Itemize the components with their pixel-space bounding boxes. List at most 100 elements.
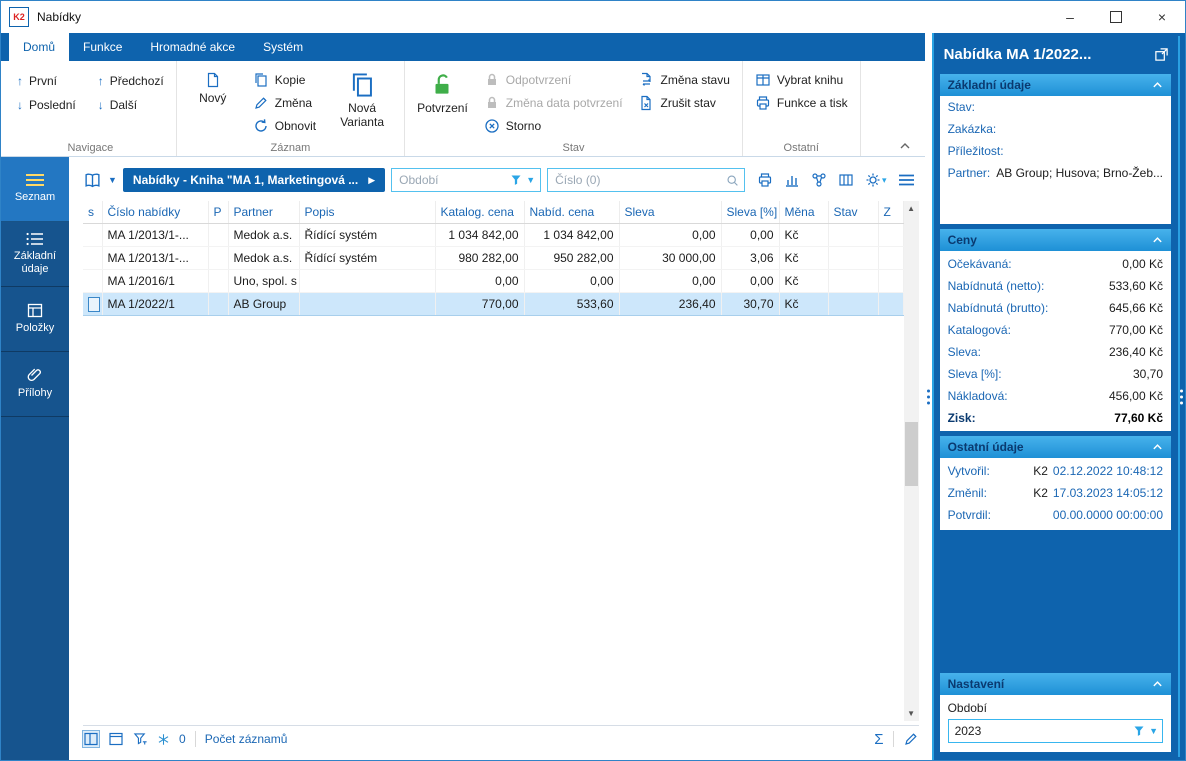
collapse-ribbon-button[interactable] bbox=[899, 142, 911, 150]
col-header-z[interactable]: Z bbox=[878, 201, 904, 224]
panel-splitter[interactable] bbox=[924, 33, 934, 760]
document-new-icon bbox=[205, 72, 221, 88]
new-variant-button[interactable]: Nová Varianta bbox=[328, 69, 396, 133]
vertical-scrollbar[interactable]: ▲ ▼ bbox=[903, 201, 919, 721]
table-row[interactable]: MA 1/2016/1 Uno, spol. s r... 0,00 0,00 … bbox=[83, 269, 904, 293]
clear-state-button[interactable]: Zrušit stav bbox=[635, 94, 734, 112]
new-button[interactable]: Nový bbox=[185, 69, 241, 109]
period-setting-combo[interactable]: ▼ bbox=[947, 719, 1163, 743]
menu-icon[interactable] bbox=[898, 173, 915, 187]
field-zisk: Zisk: 77,60 Kč bbox=[947, 411, 1163, 425]
change-state-button[interactable]: Změna stavu bbox=[635, 71, 734, 89]
section-header-ceny[interactable]: Ceny bbox=[939, 229, 1171, 251]
section-header-ostatni[interactable]: Ostatní údaje bbox=[939, 436, 1171, 458]
ribbon-group-stav: Potvrzení Odpotvrzení Změna data potvrze… bbox=[405, 61, 743, 156]
freeze-snowflake-icon[interactable] bbox=[157, 733, 170, 746]
panel-title: Nabídka MA 1/2022... bbox=[943, 45, 1092, 63]
minimize-button[interactable]: – bbox=[1047, 1, 1093, 33]
chart-icon[interactable] bbox=[784, 172, 800, 188]
col-header-p[interactable]: P bbox=[208, 201, 229, 224]
select-book-button[interactable]: Vybrat knihu bbox=[751, 71, 852, 89]
col-header-sleva[interactable]: Sleva bbox=[619, 201, 722, 224]
tab-hromadne-akce[interactable]: Hromadné akce bbox=[136, 33, 249, 61]
field-sleva: Sleva: 236,40 Kč bbox=[947, 345, 1163, 359]
col-header-partner[interactable]: Partner bbox=[228, 201, 300, 224]
number-search-input[interactable] bbox=[553, 172, 723, 188]
maximize-icon bbox=[1110, 11, 1122, 23]
next-button[interactable]: ↓ Další bbox=[94, 97, 168, 113]
table-row-selected[interactable]: MA 1/2022/1 AB Group 770,00 533,60 236,4… bbox=[83, 292, 904, 316]
period-filter-combo[interactable]: ▼ bbox=[391, 168, 542, 192]
table-row[interactable]: MA 1/2013/1-... Medok a.s. Řídící systém… bbox=[83, 223, 904, 247]
app-logo-icon: K2 bbox=[9, 7, 29, 27]
period-setting-input[interactable] bbox=[952, 723, 1130, 739]
book-title-bar[interactable]: Nabídky - Kniha "MA 1, Marketingová ... … bbox=[122, 168, 386, 192]
copy-button[interactable]: Kopie bbox=[249, 71, 320, 89]
edit-button[interactable]: Změna bbox=[249, 94, 320, 112]
functions-print-button[interactable]: Funkce a tisk bbox=[751, 94, 852, 112]
app-window: K2 Nabídky – × Domů Funkce Hromadné akce… bbox=[0, 0, 1186, 761]
print-icon[interactable] bbox=[757, 172, 773, 188]
sidebar-item-seznam[interactable]: Seznam bbox=[1, 157, 69, 222]
book-open-icon[interactable] bbox=[83, 172, 102, 189]
refresh-button[interactable]: Obnovit bbox=[249, 117, 320, 135]
columns-icon[interactable] bbox=[838, 172, 854, 188]
section-header-nastaveni[interactable]: Nastavení bbox=[939, 673, 1171, 695]
maximize-button[interactable] bbox=[1093, 1, 1139, 33]
analysis-icon[interactable] bbox=[811, 172, 827, 188]
filter-icon[interactable] bbox=[133, 732, 148, 747]
col-header-s[interactable]: s bbox=[83, 201, 103, 224]
content-area: ▼ Nabídky - Kniha "MA 1, Marketingová ..… bbox=[69, 157, 925, 760]
panel-edge-grip[interactable] bbox=[1180, 389, 1183, 404]
col-header-popis[interactable]: Popis bbox=[299, 201, 436, 224]
last-button[interactable]: ↓ Poslední bbox=[13, 97, 80, 113]
sidebar-label: Seznam bbox=[14, 191, 56, 204]
col-header-katalog[interactable]: Katalog. cena bbox=[435, 201, 525, 224]
col-header-mena[interactable]: Měna bbox=[779, 201, 829, 224]
cancel-record-button[interactable]: Storno bbox=[480, 117, 627, 135]
number-search-box[interactable] bbox=[547, 168, 746, 192]
sidebar-item-polozky[interactable]: Položky bbox=[1, 287, 69, 352]
settings-menu[interactable]: ▾ bbox=[865, 172, 887, 188]
open-in-window-icon[interactable] bbox=[1154, 47, 1169, 62]
first-button[interactable]: ↑ První bbox=[13, 73, 80, 89]
card-view-icon[interactable] bbox=[108, 731, 124, 747]
sidebar-item-zakladni-udaje[interactable]: Základní údaje bbox=[1, 222, 69, 287]
tab-domu[interactable]: Domů bbox=[9, 33, 70, 61]
period-filter-input[interactable] bbox=[397, 172, 507, 188]
sidebar-item-prilohy[interactable]: Přílohy bbox=[1, 352, 69, 417]
col-header-nabid[interactable]: Nabíd. cena bbox=[524, 201, 620, 224]
chevron-up-icon bbox=[1152, 81, 1163, 89]
col-header-cislo[interactable]: Číslo nabídky bbox=[102, 201, 209, 224]
detail-panel: Nabídka MA 1/2022... Základní údaje Stav… bbox=[933, 33, 1185, 760]
scrollbar-thumb[interactable] bbox=[904, 421, 918, 486]
section-header-zakladni[interactable]: Základní údaje bbox=[939, 74, 1171, 96]
previous-button[interactable]: ↑ Předchozí bbox=[94, 73, 168, 89]
sum-icon[interactable]: Σ bbox=[874, 731, 883, 748]
circle-x-icon bbox=[484, 118, 500, 134]
unconfirm-label: Odpotvrzení bbox=[505, 73, 572, 87]
col-header-stav[interactable]: Stav bbox=[828, 201, 879, 224]
copy-icon bbox=[253, 72, 269, 88]
col-header-sleva-pct[interactable]: Sleva [%] bbox=[721, 201, 780, 224]
lock-gray-icon bbox=[484, 72, 500, 88]
section-title: Ceny bbox=[947, 233, 977, 247]
scroll-up-arrow[interactable]: ▲ bbox=[904, 201, 919, 216]
book-columns-icon bbox=[755, 72, 771, 88]
confirm-button[interactable]: Potvrzení bbox=[413, 69, 472, 119]
edit-pencil-icon[interactable] bbox=[903, 731, 919, 747]
new-label: Nový bbox=[199, 91, 227, 105]
toolbar-icons: ▾ bbox=[757, 172, 917, 188]
chevron-down-icon[interactable]: ▼ bbox=[108, 175, 117, 185]
tab-funkce[interactable]: Funkce bbox=[69, 33, 136, 61]
grid-view-icon[interactable] bbox=[82, 730, 100, 748]
field-zmenil: Změnil: K2 17.03.2023 14:05:12 bbox=[947, 486, 1163, 500]
close-button[interactable]: × bbox=[1139, 1, 1185, 33]
table-row[interactable]: MA 1/2013/1-... Medok a.s. Řídící systém… bbox=[83, 246, 904, 270]
tab-system[interactable]: Systém bbox=[249, 33, 317, 61]
sidebar-label: Přílohy bbox=[17, 387, 53, 400]
documents-icon bbox=[349, 72, 375, 98]
previous-label: Předchozí bbox=[109, 74, 164, 88]
lock-gray-icon bbox=[484, 95, 500, 111]
scroll-down-arrow[interactable]: ▼ bbox=[904, 706, 919, 721]
